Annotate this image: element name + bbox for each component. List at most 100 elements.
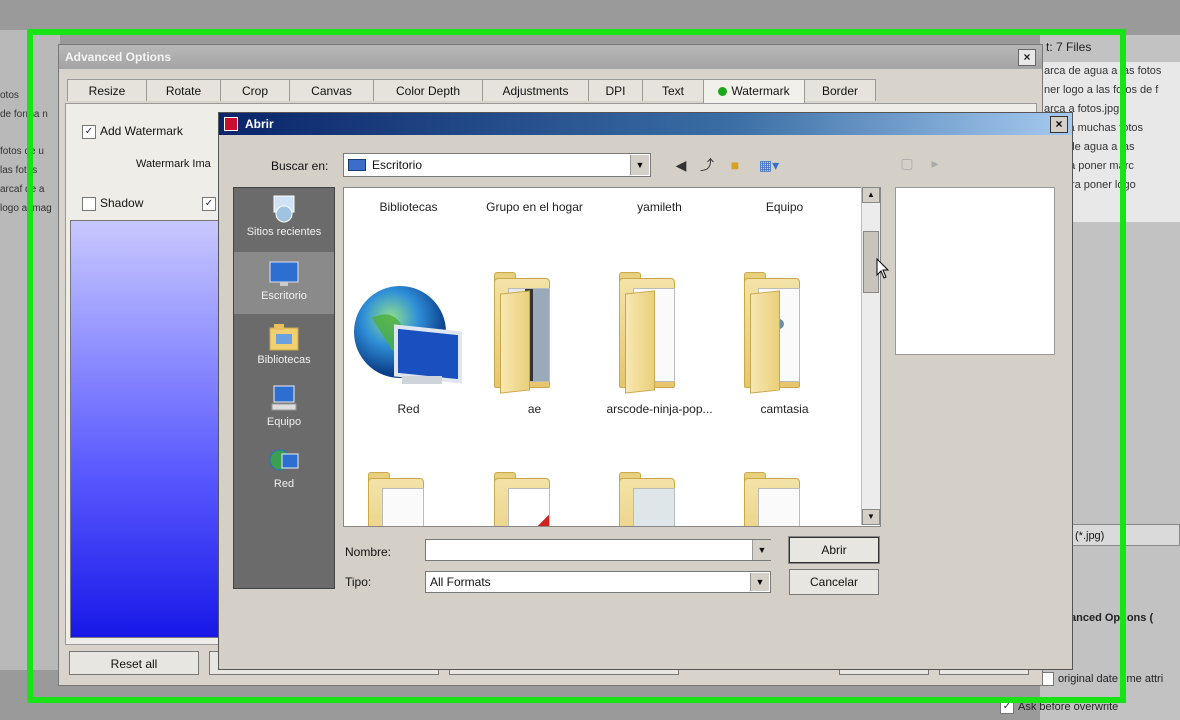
- shadow-checkbox[interactable]: [82, 196, 96, 211]
- ask-overwrite-option[interactable]: ✓ Ask before overwrite: [1000, 700, 1118, 714]
- network-globe-icon: [354, 286, 462, 384]
- watermark-image-label: Watermark Ima: [136, 158, 211, 170]
- list-item[interactable]: Grupo en el hogar: [472, 200, 597, 214]
- tab-text[interactable]: Text: [642, 79, 704, 101]
- file-type-label: Tipo:: [345, 575, 372, 589]
- list-item: otos: [0, 90, 19, 101]
- open-button[interactable]: Abrir: [788, 536, 880, 564]
- chevron-down-icon[interactable]: ▼: [750, 573, 769, 591]
- list-item[interactable]: Bibliotecas: [346, 200, 471, 214]
- tab-bar: Resize Rotate Crop Canvas Color Depth Ad…: [67, 79, 1027, 103]
- list-item: fotos de u: [0, 146, 44, 157]
- tab-canvas[interactable]: Canvas: [289, 79, 374, 101]
- close-button[interactable]: ×: [1018, 49, 1036, 66]
- tab-watermark[interactable]: Watermark: [703, 79, 805, 103]
- list-item: las fotos: [0, 165, 38, 176]
- folder-icon[interactable]: [346, 472, 471, 526]
- list-item[interactable]: arscode-ninja-pop...: [597, 272, 722, 428]
- add-watermark-option[interactable]: ✓ Add Watermark: [82, 124, 183, 139]
- libraries-icon: [269, 324, 299, 351]
- item-label: ae: [527, 402, 542, 416]
- shadow-label: Shadow: [100, 196, 144, 210]
- new-folder-icon[interactable]: ■: [725, 155, 745, 175]
- tab-watermark-label: Watermark: [731, 84, 790, 98]
- watermark-color-preview[interactable]: [70, 220, 222, 638]
- place-label: Equipo: [266, 416, 302, 428]
- item-label: camtasia: [760, 402, 809, 416]
- place-computer[interactable]: Equipo: [234, 378, 334, 440]
- tab-rotate[interactable]: Rotate: [146, 79, 221, 101]
- list-item[interactable]: camtasia: [722, 272, 847, 428]
- folder-icon[interactable]: [722, 472, 847, 526]
- place-network[interactable]: Red: [234, 440, 334, 502]
- tab-border[interactable]: Border: [804, 79, 876, 101]
- list-item[interactable]: yamileth: [597, 200, 722, 214]
- tab-adjustments[interactable]: Adjustments: [482, 79, 589, 101]
- checked-checkbox[interactable]: ✓: [202, 196, 216, 211]
- folder-icon: [472, 272, 597, 398]
- list-item[interactable]: ae: [472, 272, 597, 428]
- chevron-down-icon[interactable]: ▼: [752, 540, 771, 560]
- play-icon[interactable]: ▸: [925, 153, 945, 173]
- list-item: de forma n: [0, 109, 48, 120]
- list-item: arcaf de a: [0, 184, 45, 195]
- desktop-icon: [348, 159, 366, 171]
- place-label: Escritorio: [261, 290, 307, 302]
- tab-resize[interactable]: Resize: [67, 79, 147, 101]
- look-in-dropdown[interactable]: Escritorio ▼: [343, 153, 651, 177]
- folder-icon[interactable]: [472, 472, 597, 526]
- place-label: Red: [273, 478, 295, 490]
- folder-icon: [597, 272, 722, 398]
- file-list[interactable]: Bibliotecas Grupo en el hogar yamileth E…: [343, 187, 881, 527]
- background-format-select[interactable]: (*.jpg): [1070, 524, 1180, 546]
- chevron-down-icon[interactable]: ▼: [630, 155, 649, 175]
- view-menu-icon[interactable]: ▦▾: [755, 155, 783, 175]
- network-icon: [269, 449, 299, 471]
- background-advanced-options-button[interactable]: anced Options (: [1070, 612, 1153, 624]
- add-watermark-checkbox[interactable]: ✓: [82, 124, 96, 139]
- file-name-input[interactable]: [425, 539, 771, 561]
- mouse-cursor-icon: [876, 258, 890, 279]
- recent-places-icon: [273, 195, 295, 223]
- tab-dpi[interactable]: DPI: [588, 79, 643, 101]
- reset-all-button[interactable]: Reset all: [69, 651, 199, 675]
- scroll-up-icon[interactable]: ▲: [862, 187, 880, 203]
- tab-crop[interactable]: Crop: [220, 79, 290, 101]
- file-type-dropdown[interactable]: All Formats ▼: [425, 571, 771, 593]
- close-button[interactable]: ×: [1050, 116, 1068, 133]
- list-item[interactable]: ner logo a las fotos de f: [1044, 81, 1180, 100]
- folder-icon: [722, 272, 847, 398]
- place-label: Sitios recientes: [246, 226, 322, 238]
- scroll-down-icon[interactable]: ▼: [862, 509, 880, 525]
- folder-icon[interactable]: [597, 472, 722, 526]
- dialog-title-bar: Advanced Options ×: [59, 45, 1042, 69]
- keep-date-option[interactable]: original date time attri: [1040, 672, 1163, 686]
- list-item[interactable]: Equipo: [722, 200, 847, 214]
- tab-color-depth[interactable]: Color Depth: [373, 79, 483, 101]
- preview-icon[interactable]: ▢: [897, 153, 917, 173]
- dialog-title-bar: Abrir ×: [219, 113, 1072, 135]
- place-desktop[interactable]: Escritorio: [234, 252, 334, 314]
- desktop-icon: [269, 261, 299, 286]
- look-in-value: Escritorio: [372, 158, 423, 172]
- shadow-option[interactable]: Shadow: [82, 196, 143, 211]
- item-label: Red: [397, 402, 420, 416]
- cancel-button[interactable]: Cancelar: [789, 569, 879, 595]
- item-label: arscode-ninja-pop...: [606, 402, 713, 416]
- dialog-title: Advanced Options: [65, 50, 172, 64]
- vertical-scrollbar[interactable]: ▲ ▼: [861, 187, 880, 525]
- app-icon: [224, 117, 238, 131]
- active-status-icon: [718, 87, 728, 96]
- list-item[interactable]: arca de agua a las fotos: [1044, 62, 1180, 81]
- back-icon[interactable]: ◀: [671, 155, 691, 175]
- place-recent[interactable]: Sitios recientes: [234, 188, 334, 250]
- list-item[interactable]: Red: [346, 278, 471, 428]
- background-left-list: otos de forma n fotos de u las fotos arc…: [0, 86, 60, 218]
- ask-overwrite-label: Ask before overwrite: [1018, 700, 1119, 713]
- place-libraries[interactable]: Bibliotecas: [234, 316, 334, 378]
- computer-icon: [271, 385, 297, 411]
- list-item: logo a imag: [0, 203, 52, 214]
- look-in-label: Buscar en:: [271, 159, 329, 173]
- up-folder-icon[interactable]: ⤴: [697, 155, 717, 175]
- ask-overwrite-checkbox[interactable]: ✓: [1000, 700, 1014, 714]
